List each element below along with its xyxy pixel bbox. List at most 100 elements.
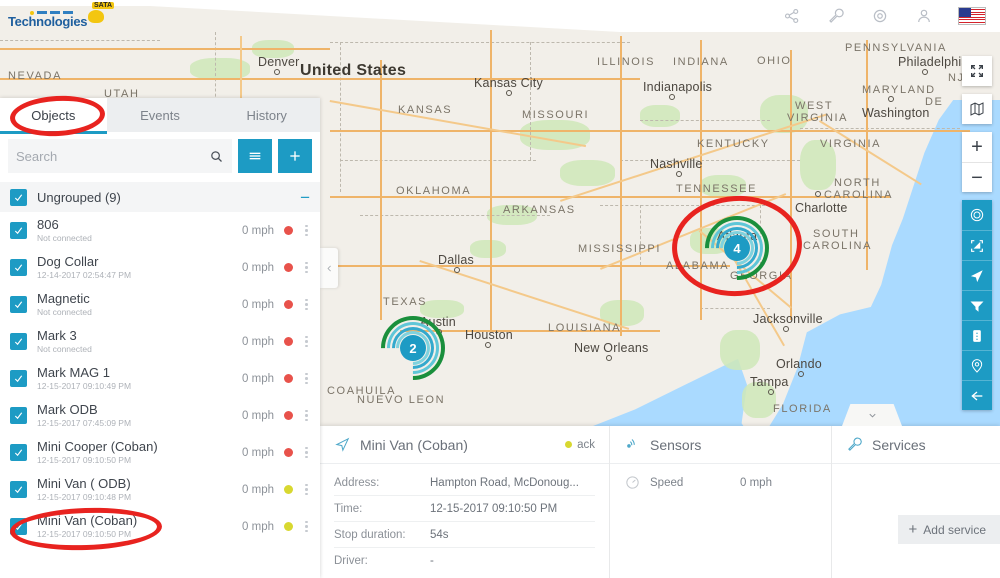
object-menu-icon[interactable] [305,261,308,274]
object-menu-icon[interactable] [305,224,308,237]
road-route-icon[interactable] [962,320,992,350]
object-menu-icon[interactable] [305,372,308,385]
tab-objects[interactable]: Objects [0,98,107,134]
object-name: Mini Van ( ODB) [37,475,131,491]
add-service-button[interactable]: + Add service [897,515,1000,544]
map-state-label: NEVADA [8,70,63,82]
zoom-in-button[interactable]: + [962,132,992,162]
us-flag-icon[interactable] [958,7,986,25]
object-checkbox[interactable] [10,333,27,350]
object-list-item[interactable]: Mark MAG 1 12-15-2017 09:10:49 PM 0 mph [0,360,320,397]
object-checkbox[interactable] [10,481,27,498]
map-city-dot [768,389,774,395]
object-menu-icon[interactable] [305,446,308,459]
map-city-dot [274,69,280,75]
fullscreen-icon[interactable] [962,56,992,86]
services-title: Services [872,436,926,453]
object-checkbox[interactable] [10,518,27,535]
object-checkbox[interactable] [10,407,27,424]
map-city-dot [454,267,460,273]
map-state-label: VIRGINIA [787,112,849,124]
object-menu-icon[interactable] [305,335,308,348]
wrench-icon[interactable] [826,6,846,26]
object-status-dot [284,485,293,494]
bottom-panel-toggle[interactable] [842,404,902,426]
panel-collapse-button[interactable] [320,248,338,288]
map-cluster-marker[interactable]: 4 [691,202,783,294]
map-pin-icon[interactable] [962,350,992,380]
geofence-filter-icon[interactable] [962,290,992,320]
fit-objects-icon[interactable] [962,230,992,260]
object-list-item[interactable]: Magnetic Not connected 0 mph [0,286,320,323]
zoom-out-button[interactable]: − [962,162,992,192]
object-name: 806 [37,216,59,232]
add-object-button[interactable] [278,139,312,173]
share-icon[interactable] [782,6,802,26]
object-menu-icon[interactable] [305,298,308,311]
object-name-block: Magnetic Not connected [37,290,242,318]
search-input[interactable] [16,148,209,164]
tab-history[interactable]: History [213,98,320,132]
search-icon[interactable] [209,149,224,164]
services-card: Services + Add service [832,426,1000,578]
object-list-item[interactable]: Mini Cooper (Coban) 12-15-2017 09:10:50 P… [0,434,320,471]
search-input-wrapper[interactable] [8,139,232,173]
map-state-label: LOUISIANA [548,322,622,334]
object-speed: 0 mph [242,446,274,459]
object-checkbox[interactable] [10,259,27,276]
object-name-block: Mini Van ( ODB) 12-15-2017 09:10:48 PM [37,475,242,503]
object-speed: 0 mph [242,335,274,348]
object-name: Mark 3 [37,327,77,343]
object-name: Dog Collar [37,253,99,269]
list-view-button[interactable] [238,139,272,173]
object-speed: 0 mph [242,483,274,496]
map-tools-group [962,200,992,410]
object-list-item[interactable]: Mark ODB 12-15-2017 07:45:09 PM 0 mph [0,397,320,434]
object-list-item[interactable]: 806 Not connected 0 mph [0,212,320,249]
object-name: Mark ODB [37,401,98,417]
group-header-row[interactable]: Ungrouped (9) − [0,182,320,212]
navigation-arrow-icon[interactable] [962,260,992,290]
state-border [620,160,800,161]
object-list-item[interactable]: Dog Collar 12-14-2017 02:54:47 PM 0 mph [0,249,320,286]
map-layers-icon[interactable] [962,94,992,124]
tab-events[interactable]: Events [107,98,214,132]
signal-icon [624,436,641,453]
highway [620,36,623,336]
collapse-panel-arrow-icon[interactable] [962,380,992,410]
object-name: Magnetic [37,290,90,306]
object-checkbox[interactable] [10,444,27,461]
object-status-dot [284,300,293,309]
object-name-block: Dog Collar 12-14-2017 02:54:47 PM [37,253,242,281]
object-timestamp: Not connected [37,343,92,354]
status-label: ack [577,438,595,451]
group-checkbox[interactable] [10,188,27,206]
map-city-label: Denver [258,55,300,69]
map-cluster-marker[interactable]: 2 [367,302,459,394]
object-timestamp: 12-14-2017 02:54:47 PM [37,269,132,280]
target-locate-icon[interactable] [962,200,992,230]
app-logo[interactable]: SATA Technologies [8,2,120,30]
object-name: Mark MAG 1 [37,364,110,380]
object-status-dot [284,226,293,235]
gear-icon[interactable] [870,6,890,26]
object-list-item[interactable]: Mark 3 Not connected 0 mph [0,323,320,360]
object-list-item[interactable]: Mini Van (Coban) 12-15-2017 09:10:50 PM 0 … [0,508,320,545]
logo-badge: SATA [92,2,115,9]
object-checkbox[interactable] [10,222,27,239]
objects-list[interactable]: 806 Not connected 0 mph Dog Collar 12-14-201… [0,212,320,572]
object-checkbox[interactable] [10,296,27,313]
object-menu-icon[interactable] [305,520,308,533]
navigation-arrow-icon [334,436,351,453]
group-collapse-toggle[interactable]: − [300,189,310,206]
terrain-patch [470,240,506,258]
object-checkbox[interactable] [10,370,27,387]
map-city-dot [606,355,612,361]
cluster-count[interactable]: 4 [724,235,750,261]
detail-value: 12-15-2017 09:10:50 PM [430,502,558,515]
object-menu-icon[interactable] [305,483,308,496]
user-icon[interactable] [914,6,934,26]
object-menu-icon[interactable] [305,409,308,422]
object-list-item[interactable]: Mini Van ( ODB) 12-15-2017 09:10:48 PM 0 m… [0,471,320,508]
cluster-count[interactable]: 2 [400,335,426,361]
